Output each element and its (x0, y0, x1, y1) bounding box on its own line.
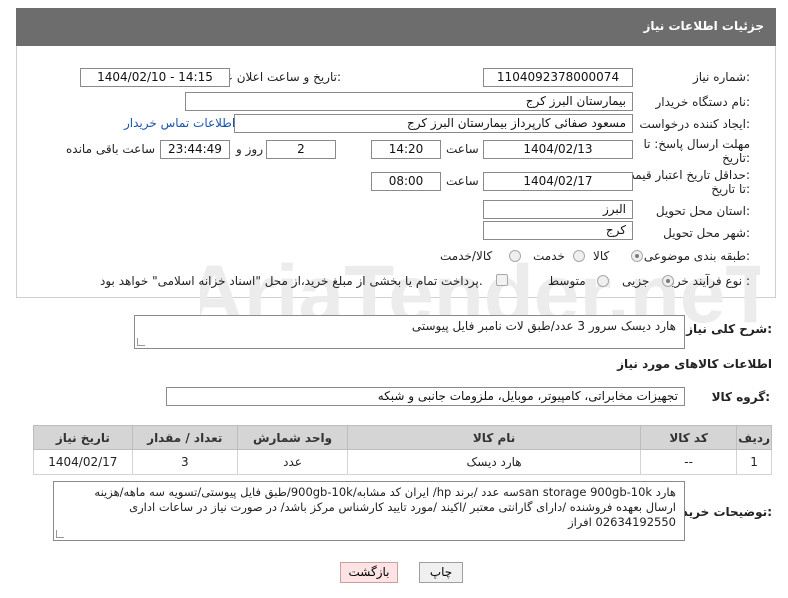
remaining-label: ساعت باقی مانده (66, 142, 156, 156)
resize-grip-icon[interactable] (56, 530, 64, 538)
category-label: طبقه بندی موضوعی: (643, 249, 750, 263)
category-option-goods: کالا (593, 249, 610, 263)
col-code: کد کالا (640, 425, 738, 450)
buyer-notes-line-1: هارد san storage 900gb-10kسه عدد /برند h… (94, 485, 676, 499)
goods-table: ردیف کد کالا نام کالا واحد شمارش تعداد /… (33, 425, 772, 475)
requester-field: مسعود صفائی کارپرداز بیمارستان البرز کرج (234, 114, 633, 133)
validity-date-field: 1404/02/17 (483, 172, 633, 191)
province-field: البرز (483, 200, 633, 219)
summary-text: هارد دیسک سرور 3 عدد/طبق لات نامبر فایل … (411, 319, 676, 333)
buyer-notes-textarea[interactable]: هارد san storage 900gb-10kسه عدد /برند h… (53, 481, 685, 541)
city-label: شهر محل تحویل: (663, 226, 750, 240)
table-row: 1 -- هارد دیسک عدد 3 1404/02/17 (33, 449, 772, 475)
buyer-contact-link[interactable]: اطلاعات تماس خریدار (124, 116, 235, 130)
buyer-org-field: بیمارستان البرز کرج (185, 92, 633, 111)
buyer-notes-label: توضیحات خریدار: (670, 505, 772, 519)
requester-label: ایجاد کننده درخواست: (639, 117, 750, 131)
cell-code: -- (640, 449, 738, 475)
summary-textarea[interactable]: هارد دیسک سرور 3 عدد/طبق لات نامبر فایل … (134, 315, 685, 349)
print-button[interactable]: چاپ (419, 562, 463, 583)
cell-qty: 3 (131, 449, 238, 475)
treasury-payment-checkbox[interactable] (496, 274, 508, 286)
category-radio-both[interactable] (509, 250, 521, 262)
deadline-label-line2: تاریخ: (722, 151, 750, 165)
process-radio-medium[interactable] (597, 275, 609, 287)
deadline-time-field: 14:20 (371, 140, 441, 159)
deadline-time-label: ساعت (446, 142, 479, 156)
category-option-service: خدمت (533, 249, 565, 263)
process-option-minor: جزیی (622, 274, 650, 288)
process-label: نوع فرآیند خرید : (665, 274, 750, 288)
cell-name: هارد دیسک (347, 449, 642, 475)
col-qty: تعداد / مقدار (131, 425, 238, 450)
summary-label: شرح کلی نیاز: (686, 322, 772, 336)
col-unit: واحد شمارش (236, 425, 349, 450)
deadline-date-field: 1404/02/13 (483, 140, 633, 159)
province-label: استان محل تحویل: (655, 204, 750, 218)
cell-index: 1 (736, 449, 772, 475)
validity-time-field: 08:00 (371, 172, 441, 191)
remaining-time-field: 23:44:49 (160, 140, 230, 159)
goods-group-label: گروه کالا: (711, 390, 770, 404)
validity-label-line1: حداقل تاریخ اعتبار قیمت: (623, 168, 750, 182)
process-radio-minor[interactable] (662, 275, 674, 287)
treasury-payment-note: پرداخت تمام یا بخشی از مبلغ خرید،از محل … (100, 274, 483, 288)
cell-date: 1404/02/17 (33, 449, 133, 475)
resize-grip-icon[interactable] (137, 338, 145, 346)
goods-group-field: تجهیزات مخابراتی، کامپیوتر، موبایل، ملزو… (166, 387, 685, 406)
page-title: جزئیات اطلاعات نیاز (643, 19, 764, 33)
category-option-both: کالا/خدمت (440, 249, 493, 263)
buyer-org-label: نام دستگاه خریدار: (655, 95, 751, 109)
deadline-label-line1: مهلت ارسال پاسخ: تا (643, 137, 750, 151)
days-field: 2 (266, 140, 336, 159)
category-radio-service[interactable] (573, 250, 585, 262)
validity-time-label: ساعت (446, 174, 479, 188)
buyer-notes-line-3: 02634192550 افراز (568, 515, 676, 529)
process-option-medium: متوسط (548, 274, 586, 288)
need-number-label: شماره نیاز: (692, 70, 750, 84)
validity-label-line2: تا تاریخ: (711, 182, 750, 196)
buyer-notes-line-2: ارسال بعهده فروشنده /دارای گارانتی معتبر… (129, 500, 676, 514)
goods-table-header: ردیف کد کالا نام کالا واحد شمارش تعداد /… (33, 425, 772, 450)
days-label: روز و (236, 142, 263, 156)
col-index: ردیف (736, 425, 772, 450)
goods-section-title: اطلاعات کالاهای مورد نیاز (617, 357, 772, 371)
need-number-field: 1104092378000074 (483, 68, 633, 87)
back-button[interactable]: بازگشت (340, 562, 398, 583)
category-radio-goods[interactable] (631, 250, 643, 262)
panel-header: جزئیات اطلاعات نیاز (16, 8, 776, 46)
col-date: تاریخ نیاز (33, 425, 133, 450)
announce-field: 1404/02/10 - 14:15 (80, 68, 230, 87)
cell-unit: عدد (236, 449, 349, 475)
col-name: نام کالا (347, 425, 642, 450)
city-field: کرج (483, 221, 633, 240)
